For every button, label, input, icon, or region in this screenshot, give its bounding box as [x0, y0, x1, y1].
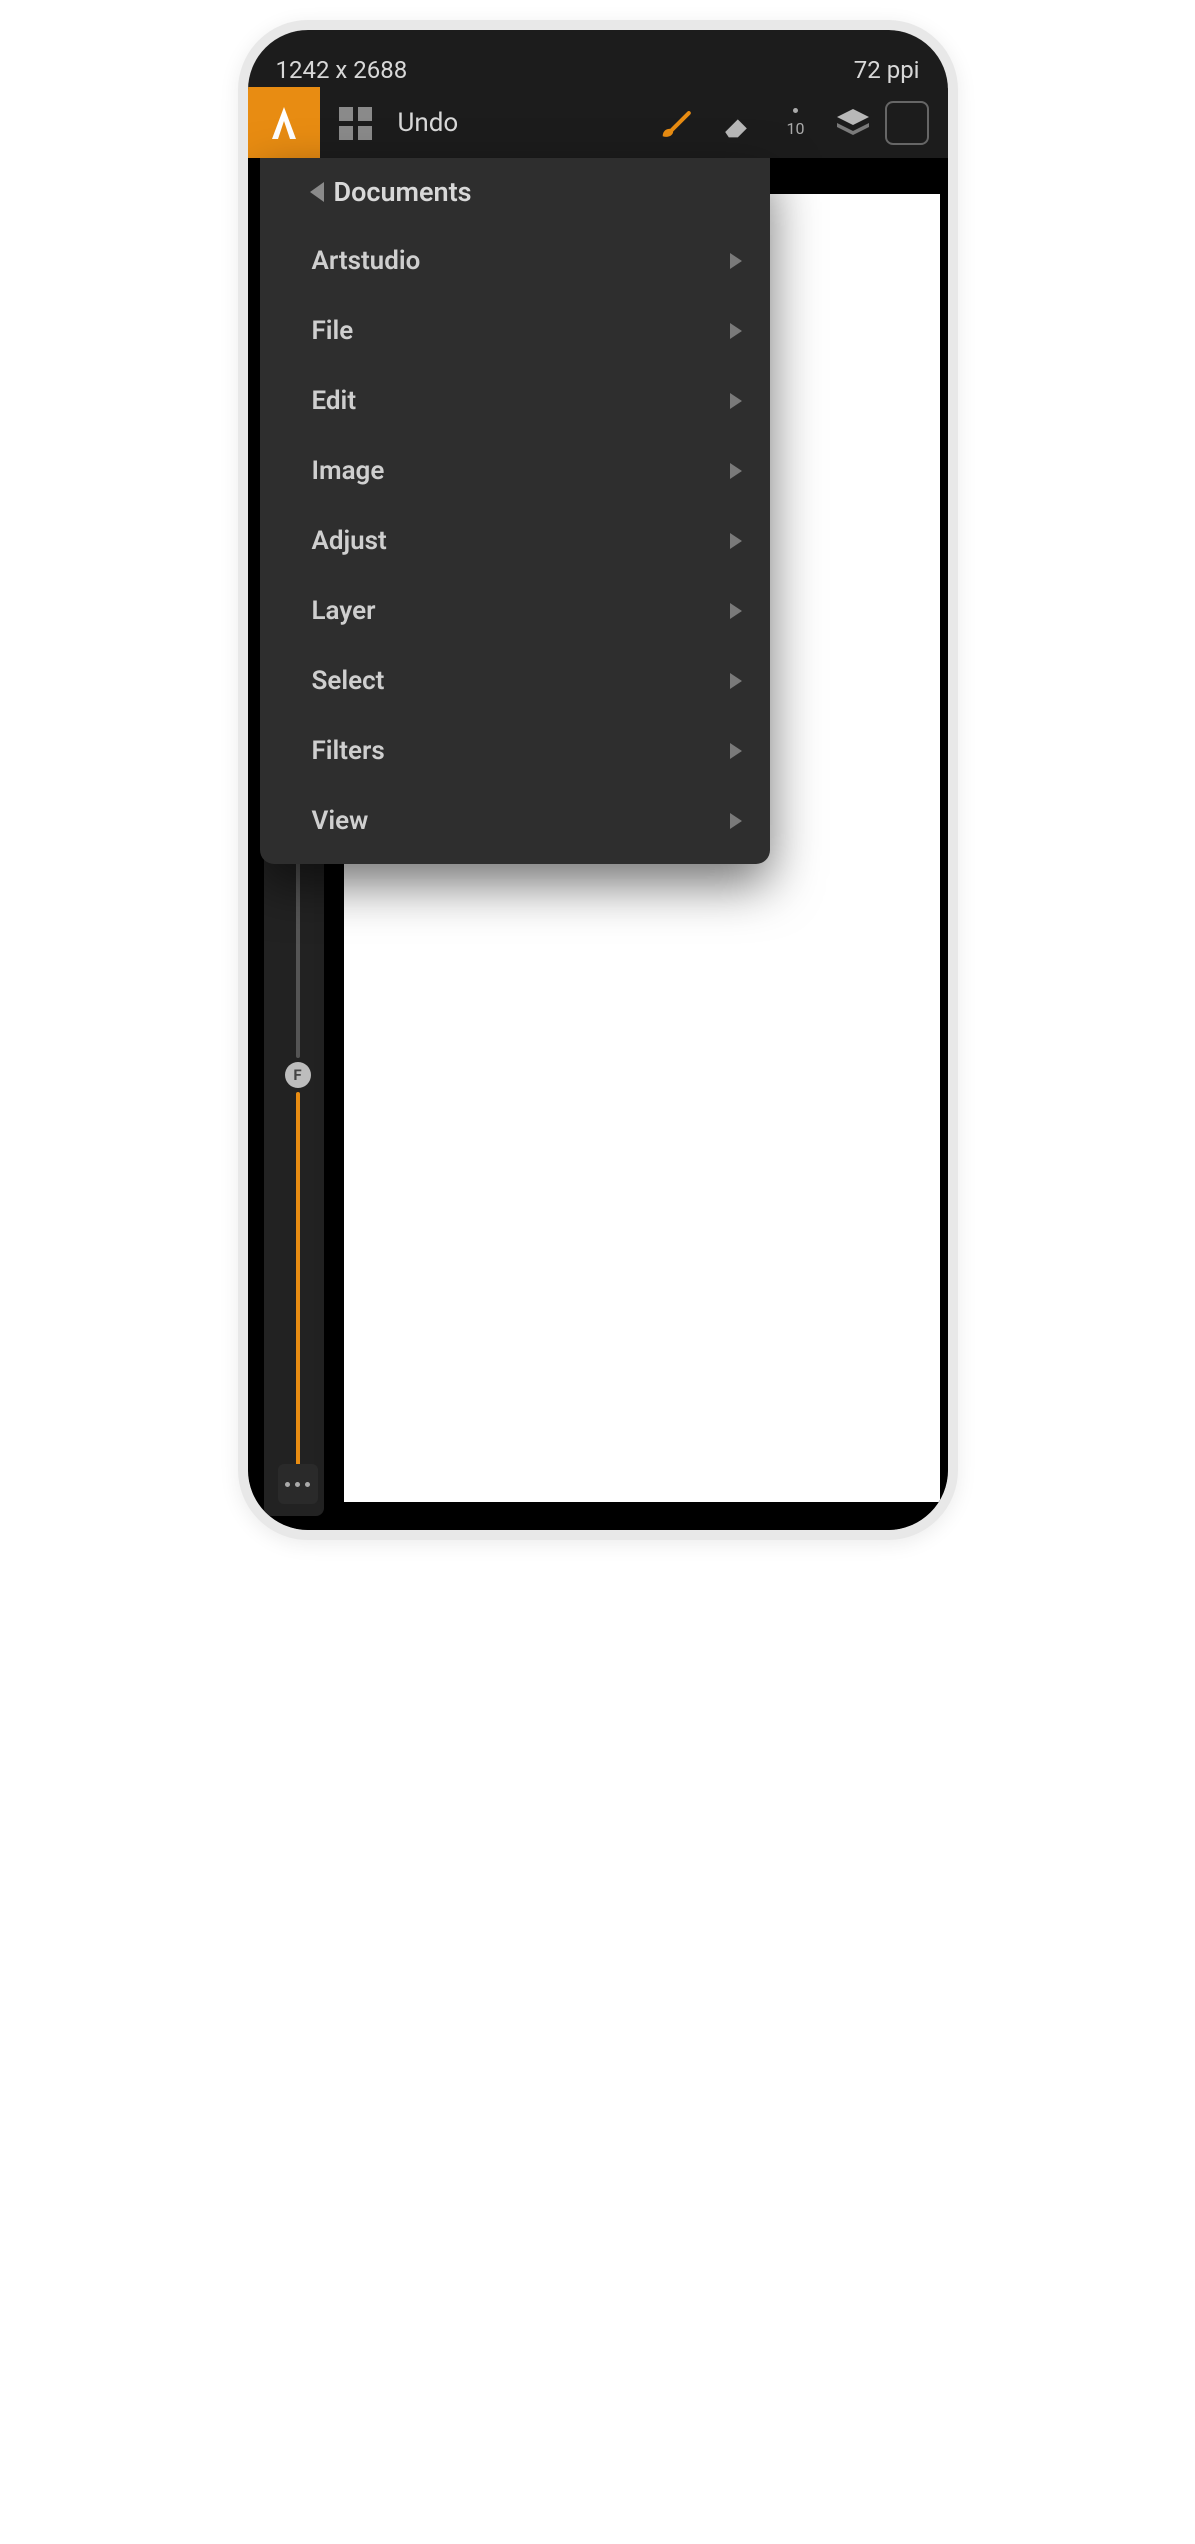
more-options-button[interactable]: [278, 1464, 318, 1504]
app-logo-icon: [264, 103, 304, 143]
menu-item-filters[interactable]: Filters: [260, 716, 770, 786]
grid-view-button[interactable]: [328, 107, 384, 140]
chevron-right-icon: [730, 603, 742, 619]
chevron-right-icon: [730, 463, 742, 479]
menu-item-view[interactable]: View: [260, 786, 770, 856]
chevron-right-icon: [730, 533, 742, 549]
eraser-icon: [718, 105, 754, 141]
brush-size-value: 10: [787, 119, 805, 138]
color-picker-button[interactable]: [880, 101, 934, 145]
menu-item-label: View: [312, 806, 369, 836]
undo-button[interactable]: Undo: [398, 108, 646, 138]
screen: 1242 x 2688 72 ppi Undo: [248, 30, 948, 1530]
device-frame: 1242 x 2688 72 ppi Undo: [238, 20, 958, 1540]
brush-tool-button[interactable]: [646, 88, 706, 158]
menu-item-adjust[interactable]: Adjust: [260, 506, 770, 576]
menu-item-file[interactable]: File: [260, 296, 770, 366]
chevron-right-icon: [730, 813, 742, 829]
brush-size-dot-icon: [793, 108, 798, 113]
eraser-tool-button[interactable]: [706, 88, 766, 158]
menu-item-layer[interactable]: Layer: [260, 576, 770, 646]
slider-track-lower: [296, 1092, 300, 1498]
canvas-ppi-label: 72 ppi: [854, 56, 920, 84]
menu-item-label: Filters: [312, 736, 385, 766]
menu-item-label: Select: [312, 666, 385, 696]
menu-item-label: File: [312, 316, 354, 346]
menu-back-button[interactable]: Documents: [260, 158, 770, 226]
menu-item-select[interactable]: Select: [260, 646, 770, 716]
dots-icon: [285, 1482, 290, 1487]
chevron-left-icon: [310, 182, 324, 202]
menu-item-label: Adjust: [312, 526, 387, 556]
color-swatch: [885, 101, 929, 145]
grid-icon: [339, 107, 372, 140]
menu-item-label: Artstudio: [312, 246, 421, 276]
chevron-right-icon: [730, 323, 742, 339]
chevron-right-icon: [730, 253, 742, 269]
menu-header-label: Documents: [334, 176, 472, 208]
brush-size-button[interactable]: 10: [766, 88, 826, 158]
side-slider[interactable]: F: [278, 758, 318, 1498]
layers-icon: [833, 103, 873, 143]
chevron-right-icon: [730, 393, 742, 409]
brush-icon: [657, 104, 695, 142]
menu-item-label: Layer: [312, 596, 376, 626]
app-menu-button[interactable]: [248, 87, 320, 159]
menu-item-artstudio[interactable]: Artstudio: [260, 226, 770, 296]
layers-button[interactable]: [826, 103, 880, 143]
chevron-right-icon: [730, 673, 742, 689]
canvas-dimensions-label: 1242 x 2688: [276, 56, 408, 84]
status-bar: 1242 x 2688 72 ppi: [248, 30, 948, 88]
menu-item-image[interactable]: Image: [260, 436, 770, 506]
menu-item-label: Edit: [312, 386, 357, 416]
menu-item-edit[interactable]: Edit: [260, 366, 770, 436]
chevron-right-icon: [730, 743, 742, 759]
slider-handle[interactable]: F: [285, 1062, 311, 1088]
top-toolbar: Undo 10: [248, 88, 948, 158]
main-menu-dropdown: Documents Artstudio File Edit Image Adju…: [260, 158, 770, 864]
menu-item-label: Image: [312, 456, 385, 486]
